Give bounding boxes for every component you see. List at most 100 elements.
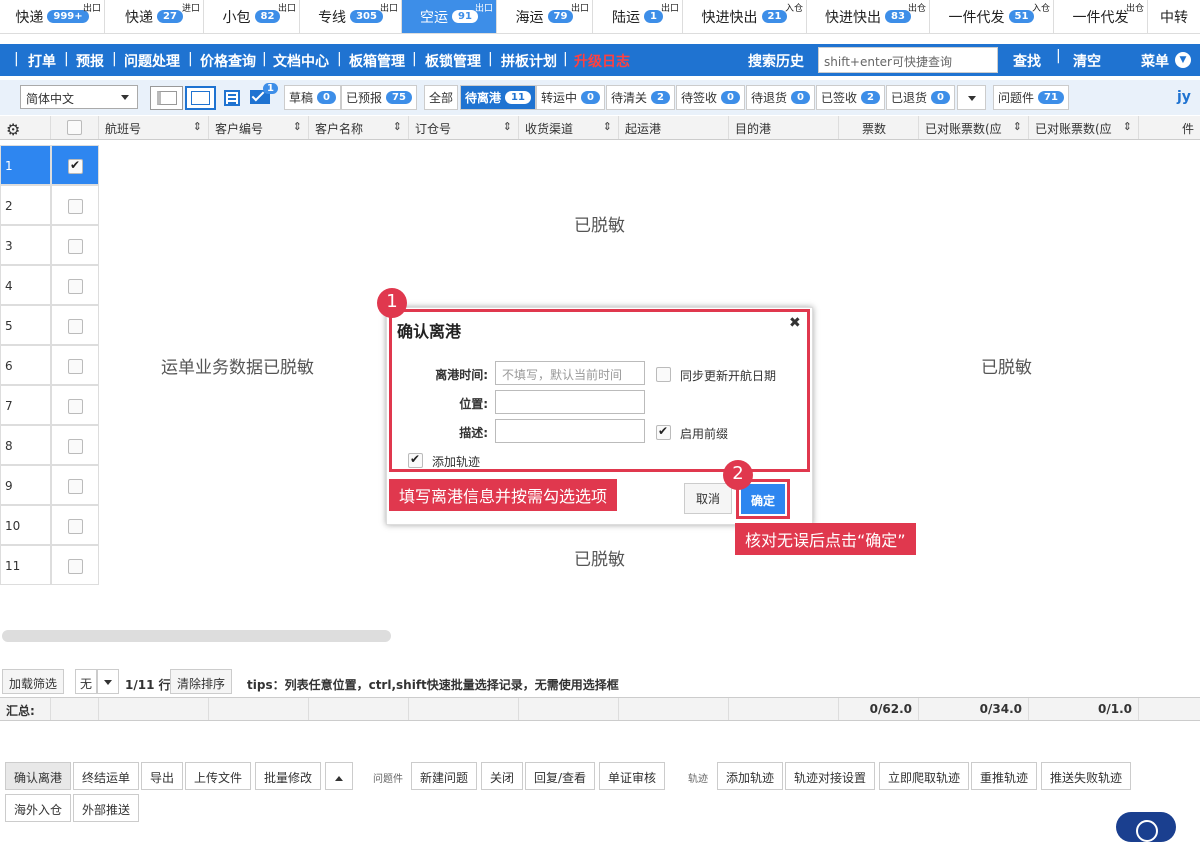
language-select[interactable]: 简体中文	[20, 85, 138, 109]
layout-full-icon[interactable]	[185, 86, 216, 110]
horizontal-scrollbar[interactable]	[2, 630, 391, 642]
col-customer-code[interactable]: 客户编号	[209, 116, 309, 139]
row-number[interactable]: 10	[0, 505, 51, 545]
filter-select-dropdown[interactable]	[97, 669, 119, 694]
menu-box[interactable]: 板箱管理	[349, 51, 405, 71]
row-checkbox[interactable]	[51, 265, 99, 305]
row-checkbox[interactable]	[51, 505, 99, 545]
col-reconciled-1[interactable]: 已对账票数(应	[919, 116, 1029, 139]
row-checkbox[interactable]	[51, 425, 99, 465]
row-checkbox[interactable]	[51, 385, 99, 425]
tab-dropship-out[interactable]: 一件代发 出仓	[1054, 0, 1148, 33]
col-customer-name[interactable]: 客户名称	[309, 116, 409, 139]
row-number[interactable]: 9	[0, 465, 51, 505]
list-icon[interactable]	[224, 90, 240, 106]
row-checkbox[interactable]	[51, 465, 99, 505]
menu-price[interactable]: 价格查询	[200, 51, 256, 71]
menu-plan[interactable]: 拼板计划	[501, 51, 557, 71]
layout-split-icon[interactable]	[150, 86, 183, 110]
clear-sort-button[interactable]: 清除排序	[170, 669, 233, 694]
more-actions-button[interactable]	[325, 762, 353, 790]
close-problem-button[interactable]: 关闭	[481, 762, 524, 790]
filter-pending-departure[interactable]: 待离港 11	[460, 85, 536, 110]
upload-file-button[interactable]: 上传文件	[185, 762, 252, 790]
repush-track-button[interactable]: 重推轨迹	[971, 762, 1038, 790]
tab-small-parcel[interactable]: 小包 82 出口	[204, 0, 300, 33]
batch-edit-button[interactable]: 批量修改	[255, 762, 322, 790]
row-checkbox[interactable]	[51, 305, 99, 345]
menu-docs[interactable]: 文档中心	[273, 51, 329, 71]
load-filter-button[interactable]: 加载筛选	[2, 669, 65, 694]
crawl-track-button[interactable]: 立即爬取轨迹	[879, 762, 970, 790]
search-history[interactable]: 搜索历史	[748, 51, 804, 71]
overseas-warehouse-button[interactable]: 海外入仓	[5, 794, 72, 822]
help-widget[interactable]	[1116, 812, 1176, 842]
filter-pending-customs[interactable]: 待清关 2	[606, 85, 675, 110]
row-checkbox[interactable]	[51, 225, 99, 265]
menu-problem[interactable]: 问题处理	[124, 51, 180, 71]
menu-print[interactable]: 打单	[28, 51, 56, 71]
menu-lock[interactable]: 板锁管理	[425, 51, 481, 71]
export-button[interactable]: 导出	[141, 762, 184, 790]
row-number[interactable]: 8	[0, 425, 51, 465]
col-flight[interactable]: 航班号	[99, 116, 209, 139]
doc-review-button[interactable]: 单证审核	[599, 762, 666, 790]
prefix-checkbox[interactable]	[656, 424, 671, 440]
reply-view-button[interactable]: 回复/查看	[525, 762, 596, 790]
menu-forecast[interactable]: 预报	[76, 51, 104, 71]
col-count[interactable]: 票数	[839, 116, 919, 139]
description-input[interactable]	[495, 419, 645, 443]
col-channel[interactable]: 收货渠道	[519, 116, 619, 139]
new-problem-button[interactable]: 新建问题	[411, 762, 478, 790]
row-checkbox[interactable]	[51, 185, 99, 225]
filter-returned[interactable]: 已退货 0	[886, 85, 955, 110]
col-destination[interactable]: 目的港	[729, 116, 839, 139]
col-pieces[interactable]: 件	[1139, 116, 1200, 139]
chevron-down-icon[interactable]: ▼	[1175, 52, 1191, 68]
filter-in-transit[interactable]: 转运中 0	[536, 85, 605, 110]
col-reconciled-2[interactable]: 已对账票数(应	[1029, 116, 1139, 139]
find-button[interactable]: 查找	[1013, 51, 1041, 71]
filter-draft[interactable]: 草稿 0	[284, 85, 341, 110]
close-icon[interactable]: ✖	[789, 315, 801, 331]
filter-select[interactable]: 无	[75, 669, 97, 694]
row-checkbox[interactable]	[51, 545, 99, 585]
tab-fast-in[interactable]: 快进快出 21 入仓	[683, 0, 807, 33]
row-number[interactable]: 5	[0, 305, 51, 345]
ok-button[interactable]: 确定	[741, 484, 785, 514]
col-booking[interactable]: 订仓号	[409, 116, 519, 139]
clear-button[interactable]: 清空	[1073, 51, 1101, 71]
filter-pending-sign[interactable]: 待签收 0	[676, 85, 745, 110]
row-number[interactable]: 6	[0, 345, 51, 385]
tab-dedicated-line[interactable]: 专线 305 出口	[300, 0, 402, 33]
tab-fast-out[interactable]: 快进快出 83 出仓	[807, 0, 930, 33]
row-number[interactable]: 3	[0, 225, 51, 265]
add-track-button[interactable]: 添加轨迹	[717, 762, 784, 790]
filter-more-dropdown[interactable]	[957, 85, 986, 110]
row-number[interactable]: 7	[0, 385, 51, 425]
tab-transit[interactable]: 中转	[1148, 0, 1200, 33]
track-settings-button[interactable]: 轨迹对接设置	[785, 762, 876, 790]
tab-express-import[interactable]: 快递 27 进口	[105, 0, 204, 33]
select-all-checkbox[interactable]	[51, 116, 99, 139]
filter-pending-return[interactable]: 待退货 0	[746, 85, 815, 110]
user-name[interactable]: jy	[1177, 89, 1191, 105]
push-failed-track-button[interactable]: 推送失败轨迹	[1041, 762, 1132, 790]
row-checkbox[interactable]	[51, 145, 99, 185]
finish-waybill-button[interactable]: 终结运单	[73, 762, 140, 790]
col-origin[interactable]: 起运港	[619, 116, 729, 139]
menu-changelog[interactable]: 升级日志	[574, 51, 630, 71]
add-track-checkbox[interactable]	[408, 452, 423, 468]
tab-dropship-in[interactable]: 一件代发 51 入仓	[930, 0, 1054, 33]
filter-all[interactable]: 全部	[424, 85, 459, 110]
gear-icon[interactable]: ⚙	[0, 116, 51, 139]
tab-land[interactable]: 陆运 1 出口	[593, 0, 683, 33]
search-input[interactable]: shift+enter可快捷查询	[818, 47, 998, 73]
row-number[interactable]: 4	[0, 265, 51, 305]
tab-air[interactable]: 空运 91 出口	[402, 0, 497, 33]
external-push-button[interactable]: 外部推送	[73, 794, 140, 822]
confirm-departure-button[interactable]: 确认离港	[5, 762, 72, 790]
tab-sea[interactable]: 海运 79 出口	[497, 0, 593, 33]
cancel-button[interactable]: 取消	[684, 483, 732, 514]
filter-problem[interactable]: 问题件 71	[993, 85, 1069, 110]
